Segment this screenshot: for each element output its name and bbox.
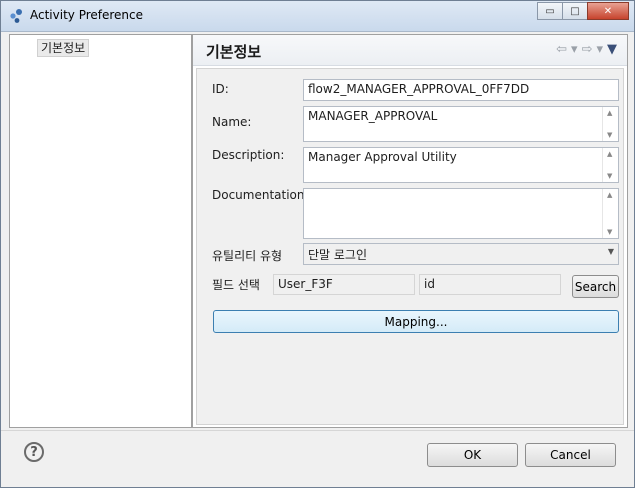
utility-type-label: 유틸리티 유형: [212, 249, 283, 263]
app-icon: [10, 9, 22, 23]
forward-arrow-icon[interactable]: ⇨: [582, 42, 593, 57]
forward-menu-icon[interactable]: ▾: [596, 42, 603, 57]
minimize-button[interactable]: ▭: [537, 2, 563, 20]
tree-item-basic-info[interactable]: 기본정보: [37, 39, 90, 57]
section-header: 기본정보 ⇦ ▾ ⇨ ▾ ▼: [193, 35, 627, 66]
dialog-window: Activity Preference ▭ □ ✕ 기본정보 기본정보 ⇦ ▾ …: [0, 0, 635, 488]
ok-button[interactable]: OK: [427, 443, 518, 467]
search-button[interactable]: Search: [572, 275, 619, 298]
description-value: Manager Approval Utility: [308, 150, 457, 164]
description-field[interactable]: Manager Approval Utility ▲ ▼: [303, 147, 619, 183]
field-select-value1: User_F3F: [273, 274, 415, 295]
description-label: Description:: [212, 148, 285, 162]
field-select-value2: id: [419, 274, 561, 295]
category-tree: 기본정보: [9, 34, 192, 428]
history-navigation: ⇦ ▾ ⇨ ▾ ▼: [556, 42, 617, 57]
close-button[interactable]: ✕: [587, 2, 629, 20]
properties-panel: 기본정보 ⇦ ▾ ⇨ ▾ ▼ ID: flow2_MANAGER_APPROVA…: [192, 34, 628, 428]
name-scrollbar[interactable]: ▲ ▼: [602, 107, 618, 141]
utility-type-value: 단말 로그인: [308, 248, 368, 262]
back-menu-icon[interactable]: ▾: [571, 42, 578, 57]
documentation-scrollbar[interactable]: ▲ ▼: [602, 189, 618, 238]
name-field[interactable]: MANAGER_APPROVAL ▲ ▼: [303, 106, 619, 142]
chevron-down-icon: ▼: [607, 247, 614, 256]
name-label: Name:: [212, 115, 252, 129]
view-menu-icon[interactable]: ▼: [607, 42, 617, 57]
cancel-button[interactable]: Cancel: [525, 443, 616, 467]
window-title: Activity Preference: [30, 8, 144, 22]
id-field[interactable]: flow2_MANAGER_APPROVAL_0FF7DD: [303, 79, 619, 101]
section-title: 기본정보: [206, 43, 262, 61]
documentation-field[interactable]: ▲ ▼: [303, 188, 619, 239]
title-bar: Activity Preference ▭ □ ✕: [1, 1, 634, 32]
mapping-button[interactable]: Mapping...: [213, 310, 619, 333]
utility-type-select[interactable]: 단말 로그인 ▼: [303, 243, 619, 265]
description-scrollbar[interactable]: ▲ ▼: [602, 148, 618, 182]
footer-divider: [1, 430, 634, 431]
field-select-label: 필드 선택: [212, 278, 260, 292]
back-arrow-icon[interactable]: ⇦: [556, 42, 567, 57]
help-icon[interactable]: ?: [24, 442, 44, 462]
documentation-label: Documentation:: [212, 188, 309, 202]
id-label: ID:: [212, 82, 229, 96]
name-value: MANAGER_APPROVAL: [308, 109, 438, 123]
maximize-button[interactable]: □: [562, 2, 588, 20]
activity-form: ID: flow2_MANAGER_APPROVAL_0FF7DD Name: …: [196, 68, 624, 425]
